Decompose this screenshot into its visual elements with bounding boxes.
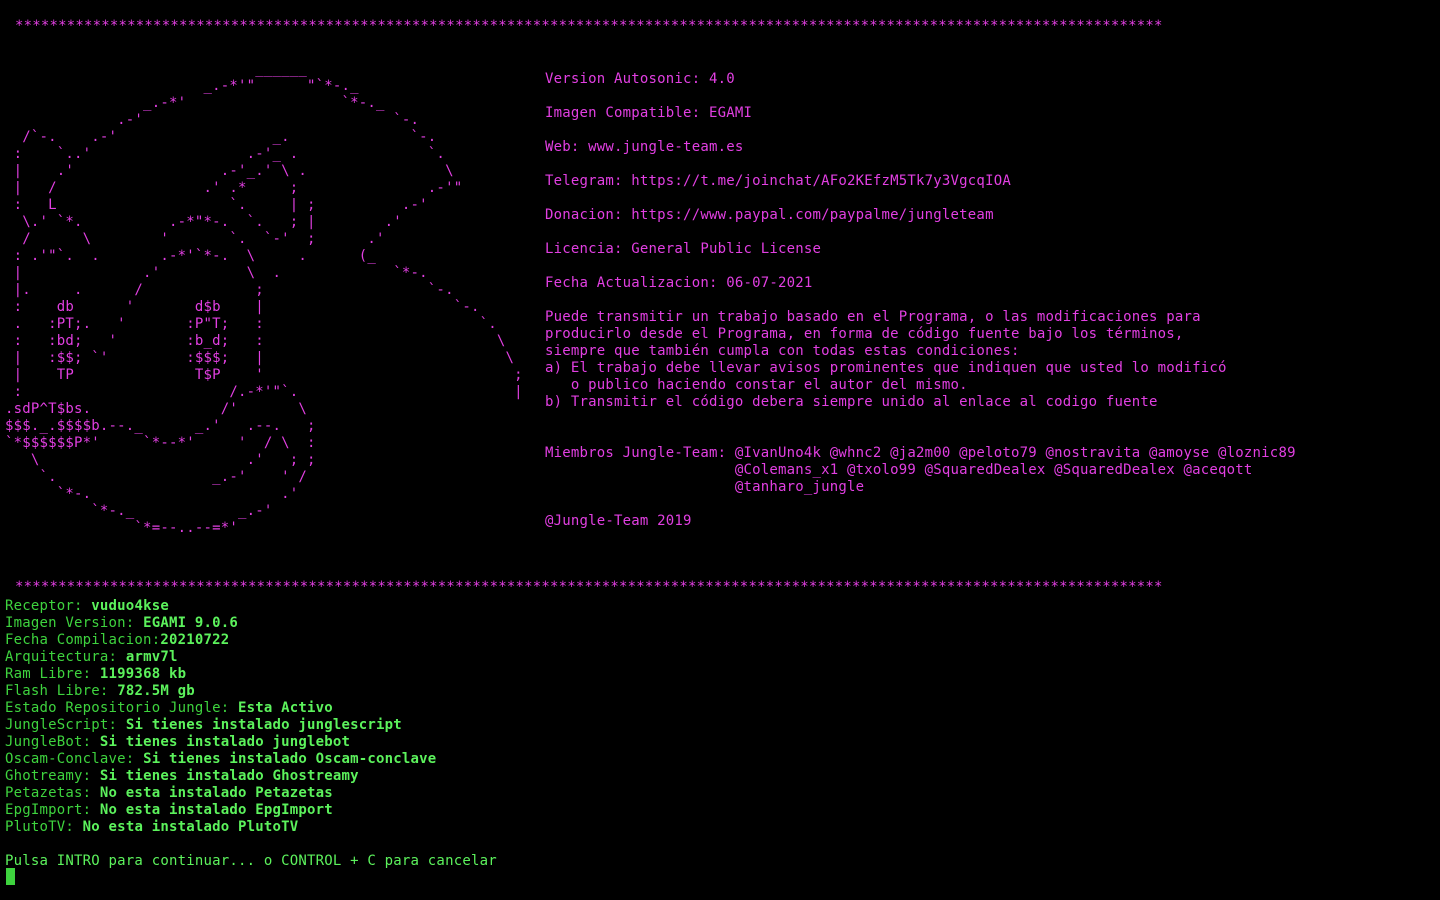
system-info-value: No esta instalado Petazetas (99, 785, 333, 801)
system-info-row: PlutoTV: No esta instalado PlutoTV (5, 819, 298, 836)
separator-bottom: ****************************************… (15, 579, 1163, 595)
ascii-art-line: : /.-*'"`. | (5, 384, 523, 400)
terminal-window[interactable]: ****************************************… (0, 0, 1440, 900)
system-info-value: Si tienes instalado Ghostreamy (99, 768, 359, 784)
system-info-value: No esta instalado EpgImport (99, 802, 333, 818)
ascii-art-line: `*-._ _.-' (5, 503, 273, 519)
continue-prompt: Pulsa INTRO para continuar... o CONTROL … (5, 853, 497, 869)
license-line: Puede transmitir un trabajo basado en el… (545, 309, 1201, 325)
system-info-row: EpgImport: No esta instalado EpgImport (5, 802, 333, 819)
ascii-art-line: | :$$; `' :$$$; | \ (5, 350, 515, 366)
info-fecha: Fecha Actualizacion: 06-07-2021 (545, 275, 813, 291)
system-info-value: Esta Activo (237, 700, 333, 716)
license-line: a) El trabajo debe llevar avisos promine… (545, 360, 1227, 376)
system-info-value: Si tienes instalado Oscam-conclave (143, 751, 437, 767)
info-version: Version Autosonic: 4.0 (545, 71, 735, 87)
system-info-label: Flash Libre: (5, 683, 118, 699)
terminal-cursor[interactable] (6, 868, 15, 885)
system-info-label: Receptor: (5, 598, 92, 614)
system-info-label: Arquitectura: (5, 649, 126, 665)
ascii-art-line: `*$$$$$$P*' `*--*' ' / \ : (5, 435, 316, 451)
ascii-art-line: \ .' ; ; (5, 452, 316, 468)
ascii-art-line: _.-*'" "`*-._ (5, 78, 359, 94)
ascii-art-line: .sdP^T$bs. /' \ (5, 401, 308, 417)
ascii-art-line: : L `. | ; .-' (5, 197, 428, 213)
system-info-value: EGAMI 9.0.6 (143, 615, 238, 631)
system-info-label: Oscam-Conclave: (5, 751, 144, 767)
system-info-label: Petazetas: (5, 785, 100, 801)
system-info-label: JungleBot: (5, 734, 100, 750)
system-info-label: JungleScript: (5, 717, 126, 733)
system-info-row: Arquitectura: armv7l (5, 649, 178, 666)
ascii-art-line: | .' .-'_.' \ . \ (5, 163, 454, 179)
system-info-value: Si tienes instalado junglebot (99, 734, 351, 750)
copyright: @Jungle-Team 2019 (545, 513, 692, 529)
system-info-value: vuduo4kse (91, 598, 169, 614)
system-info-label: Ghotreamy: (5, 768, 100, 784)
system-info-row: JungleScript: Si tienes instalado jungle… (5, 717, 402, 734)
system-info-row: Fecha Compilacion:20210722 (5, 632, 229, 649)
system-info-row: Receptor: vuduo4kse (5, 598, 169, 615)
system-info-value: No esta instalado PlutoTV (82, 819, 299, 835)
ascii-art-line: _.-*' `*-._ (5, 95, 385, 111)
ascii-art-line: : db ' d$b | `-. (5, 299, 480, 315)
system-info-label: Fecha Compilacion: (5, 632, 161, 648)
ascii-art-line: `*-. .' (5, 486, 299, 502)
system-info-label: EpgImport: (5, 802, 100, 818)
ascii-art-line: / \ ' `. `-' ; .' (5, 231, 385, 247)
ascii-art-line: : `..' .-'_ . `. (5, 146, 446, 162)
ascii-art-line: `*=--..--=*' (5, 520, 238, 536)
info-licencia: Licencia: General Public License (545, 241, 822, 257)
ascii-art-line: | .' \ . `*-. (5, 265, 428, 281)
ascii-art-line: : :bd; ' :b_d; : \ (5, 333, 506, 349)
ascii-art-line: $$$._.$$$$b.--._ _.' .--. ; (5, 418, 316, 434)
separator-top: ****************************************… (15, 18, 1163, 34)
system-info-label: Imagen Version: (5, 615, 144, 631)
system-info-value: 782.5M gb (117, 683, 195, 699)
license-line: producirlo desde el Programa, en forma d… (545, 326, 1184, 342)
ascii-art-line: \.' `*. .-*"*-. `. ; | .' (5, 214, 402, 230)
info-web: Web: www.jungle-team.es (545, 139, 744, 155)
system-info-row: Oscam-Conclave: Si tienes instalado Osca… (5, 751, 436, 768)
system-info-value: armv7l (125, 649, 178, 665)
members-line: @tanharo_jungle (545, 479, 865, 495)
info-donacion: Donacion: https://www.paypal.com/paypalm… (545, 207, 994, 223)
system-info-row: Imagen Version: EGAMI 9.0.6 (5, 615, 238, 632)
license-line: o publico haciendo constar el autor del … (545, 377, 968, 393)
ascii-art-line: `. _.-' ' / (5, 469, 308, 485)
system-info-label: Ram Libre: (5, 666, 100, 682)
system-info-value: 1199368 kb (99, 666, 187, 682)
info-telegram: Telegram: https://t.me/joinchat/AFo2KEfz… (545, 173, 1011, 189)
system-info-label: Estado Repositorio Jungle: (5, 700, 238, 716)
ascii-art-line: ______ (5, 61, 308, 77)
system-info-row: Ram Libre: 1199368 kb (5, 666, 186, 683)
system-info-row: Ghotreamy: Si tienes instalado Ghostream… (5, 768, 359, 785)
members-line: Miembros Jungle-Team: @IvanUno4k @whnc2 … (545, 445, 1296, 461)
license-line: b) Transmitir el código debera siempre u… (545, 394, 1158, 410)
ascii-art-line: : .'"`. . .-*'`*-. \ . (_ (5, 248, 377, 264)
ascii-art-line: | / .' .* ; .-'" (5, 180, 463, 196)
system-info-row: Petazetas: No esta instalado Petazetas (5, 785, 333, 802)
members-line: @Colemans_x1 @txolo99 @SquaredDealex @Sq… (545, 462, 1253, 478)
system-info-row: Flash Libre: 782.5M gb (5, 683, 195, 700)
system-info-label: PlutoTV: (5, 819, 83, 835)
ascii-art-line: . :PT;. ' :P"T; : `. (5, 316, 497, 332)
system-info-row: JungleBot: Si tienes instalado junglebot (5, 734, 350, 751)
ascii-art-line: |. . / ; `-. (5, 282, 454, 298)
system-info-row: Estado Repositorio Jungle: Esta Activo (5, 700, 333, 717)
ascii-art-line: /`-. .-' _. `-. (5, 129, 437, 145)
license-line: siempre que también cumpla con todas est… (545, 343, 1020, 359)
ascii-art-line: | TP T$P ' ; (5, 367, 523, 383)
system-info-value: Si tienes instalado junglescript (125, 717, 402, 733)
system-info-value: 20210722 (160, 632, 230, 648)
info-image-compat: Imagen Compatible: EGAMI (545, 105, 753, 121)
ascii-art-line: .-' `-. (5, 112, 420, 128)
